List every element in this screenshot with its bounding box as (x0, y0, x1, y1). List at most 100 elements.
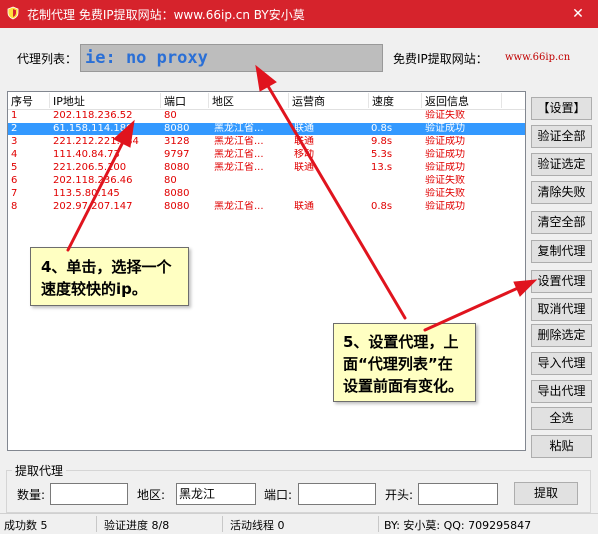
select-all-button[interactable]: 全选 (531, 407, 592, 430)
cell-region (214, 188, 288, 200)
port-label: 端口: (264, 488, 293, 502)
cell-speed: 9.8s (371, 136, 393, 147)
table-row[interactable]: 7 113.5.80.145 8080 验证失败 (8, 188, 525, 200)
copy-proxy-button[interactable]: 复制代理 (531, 240, 592, 263)
import-proxy-button[interactable]: 导入代理 (531, 352, 592, 375)
set-proxy-button[interactable]: 设置代理 (531, 270, 592, 293)
title-bar: 花制代理 免费IP提取网站：www.66ip.cn BY安小莫 ✕ (0, 0, 598, 28)
cell-port: 8080 (164, 123, 190, 134)
table-row[interactable]: 1 202.118.236.52 80 验证失败 (8, 110, 525, 122)
count-label: 数量: (17, 488, 46, 502)
cell-ip: 221.212.221.184 (53, 136, 139, 147)
cell-ip: 61.158.114.188 (53, 123, 133, 134)
cell-result: 验证成功 (425, 149, 465, 160)
cell-isp: 移动 (294, 149, 314, 160)
cell-isp (294, 110, 368, 122)
cell-region (214, 175, 288, 187)
export-proxy-button[interactable]: 导出代理 (531, 380, 592, 403)
cell-speed: 5.3s (371, 149, 393, 160)
cell-result: 验证失败 (425, 110, 465, 121)
column-header-result[interactable]: 返回信息 (422, 93, 502, 108)
app-shield-icon (7, 6, 19, 20)
proxy-list-label: 代理列表： (17, 52, 78, 66)
cancel-proxy-button[interactable]: 取消代理 (531, 298, 592, 321)
cell-region (214, 110, 288, 122)
cell-no: 4 (11, 149, 18, 160)
author-info: BY: 安小莫: QQ: 709295847 (384, 519, 532, 532)
free-site-link[interactable]: www.66ip.cn (505, 52, 570, 63)
cell-port: 9797 (164, 149, 190, 160)
column-header-isp[interactable]: 运营商 (289, 93, 369, 108)
verify-all-button[interactable]: 验证全部 (531, 125, 592, 148)
cell-ip: 111.40.84.73 (53, 149, 120, 160)
cell-port: 80 (164, 110, 177, 121)
table-row[interactable]: 5 221.206.5.100 8080 黑龙江省... 联通 13.s 验证成功 (8, 162, 525, 174)
cell-isp (294, 188, 368, 200)
cell-ip: 221.206.5.100 (53, 162, 127, 173)
cell-ip: 202.118.236.46 (53, 175, 133, 186)
cell-speed (371, 175, 421, 187)
delete-selected-button[interactable]: 删除选定 (531, 324, 592, 347)
prefix-label: 开头: (385, 488, 414, 502)
cell-result: 验证失败 (425, 188, 465, 199)
column-header-port[interactable]: 端口 (161, 93, 209, 108)
cell-isp (294, 175, 368, 187)
cell-result: 验证失败 (425, 175, 465, 186)
cell-isp: 联通 (294, 162, 314, 173)
status-divider (222, 516, 223, 532)
settings-button[interactable]: 【设置】 (531, 97, 592, 120)
cell-no: 2 (11, 123, 18, 134)
table-header: 序号 IP地址 端口 地区 运营商 速度 返回信息 (8, 92, 525, 110)
free-site-label: 免费IP提取网站： (393, 52, 488, 66)
close-icon[interactable]: ✕ (558, 0, 598, 28)
cell-speed (371, 188, 421, 200)
success-count: 成功数 5 (4, 519, 48, 532)
cell-speed: 0.8s (371, 123, 393, 134)
clear-all-button[interactable]: 清空全部 (531, 211, 592, 234)
verify-selected-button[interactable]: 验证选定 (531, 153, 592, 176)
annotation-step-5: 5、设置代理，上面“代理列表”在设置前面有变化。 (333, 323, 476, 402)
status-divider (378, 516, 379, 532)
cell-isp: 联通 (294, 136, 314, 147)
proxy-list-field: ie: no proxy (80, 44, 383, 72)
cell-result: 验证成功 (425, 162, 465, 173)
count-input[interactable] (50, 483, 128, 505)
cell-speed: 13.s (371, 162, 393, 173)
fetch-button[interactable]: 提取 (514, 482, 578, 505)
cell-speed (371, 110, 421, 122)
cell-ip: 202.97.207.147 (53, 201, 133, 212)
paste-button[interactable]: 粘贴 (531, 435, 592, 458)
cell-isp: 联通 (294, 201, 314, 212)
cell-result: 验证成功 (425, 201, 465, 212)
cell-result: 验证成功 (425, 136, 465, 147)
cell-result: 验证成功 (425, 123, 465, 134)
clear-failed-button[interactable]: 清除失败 (531, 181, 592, 204)
cell-region: 黑龙江省... (214, 162, 264, 173)
cell-speed: 0.8s (371, 201, 393, 212)
cell-ip: 202.118.236.52 (53, 110, 133, 121)
table-row[interactable]: 4 111.40.84.73 9797 黑龙江省... 移动 5.3s 验证成功 (8, 149, 525, 161)
column-header-region[interactable]: 地区 (209, 93, 289, 108)
cell-region: 黑龙江省... (214, 149, 264, 160)
cell-no: 8 (11, 201, 18, 212)
cell-region: 黑龙江省... (214, 201, 264, 212)
table-row-selected[interactable]: 2 61.158.114.188 8080 黑龙江省... 联通 0.8s 验证成功 (8, 123, 525, 135)
cell-no: 3 (11, 136, 18, 147)
prefix-input[interactable] (418, 483, 498, 505)
active-threads: 活动线程 0 (230, 519, 285, 532)
region-label: 地区: (137, 488, 166, 502)
table-row[interactable]: 6 202.118.236.46 80 验证失败 (8, 175, 525, 187)
port-input[interactable] (298, 483, 376, 505)
table-row[interactable]: 3 221.212.221.184 3128 黑龙江省... 联通 9.8s 验证成功 (8, 136, 525, 148)
annotation-step-4: 4、单击，选择一个速度较快的ip。 (30, 247, 189, 306)
cell-isp: 联通 (294, 123, 314, 134)
cell-port: 3128 (164, 136, 190, 147)
table-row[interactable]: 8 202.97.207.147 8080 黑龙江省... 联通 0.8s 验证成功 (8, 201, 525, 213)
cell-no: 6 (11, 175, 18, 186)
verify-progress: 验证进度 8/8 (104, 519, 170, 532)
status-divider (96, 516, 97, 532)
region-input[interactable]: 黑龙江 (176, 483, 256, 505)
column-header-no[interactable]: 序号 (8, 93, 50, 108)
column-header-ip[interactable]: IP地址 (50, 93, 161, 108)
column-header-speed[interactable]: 速度 (369, 93, 422, 108)
